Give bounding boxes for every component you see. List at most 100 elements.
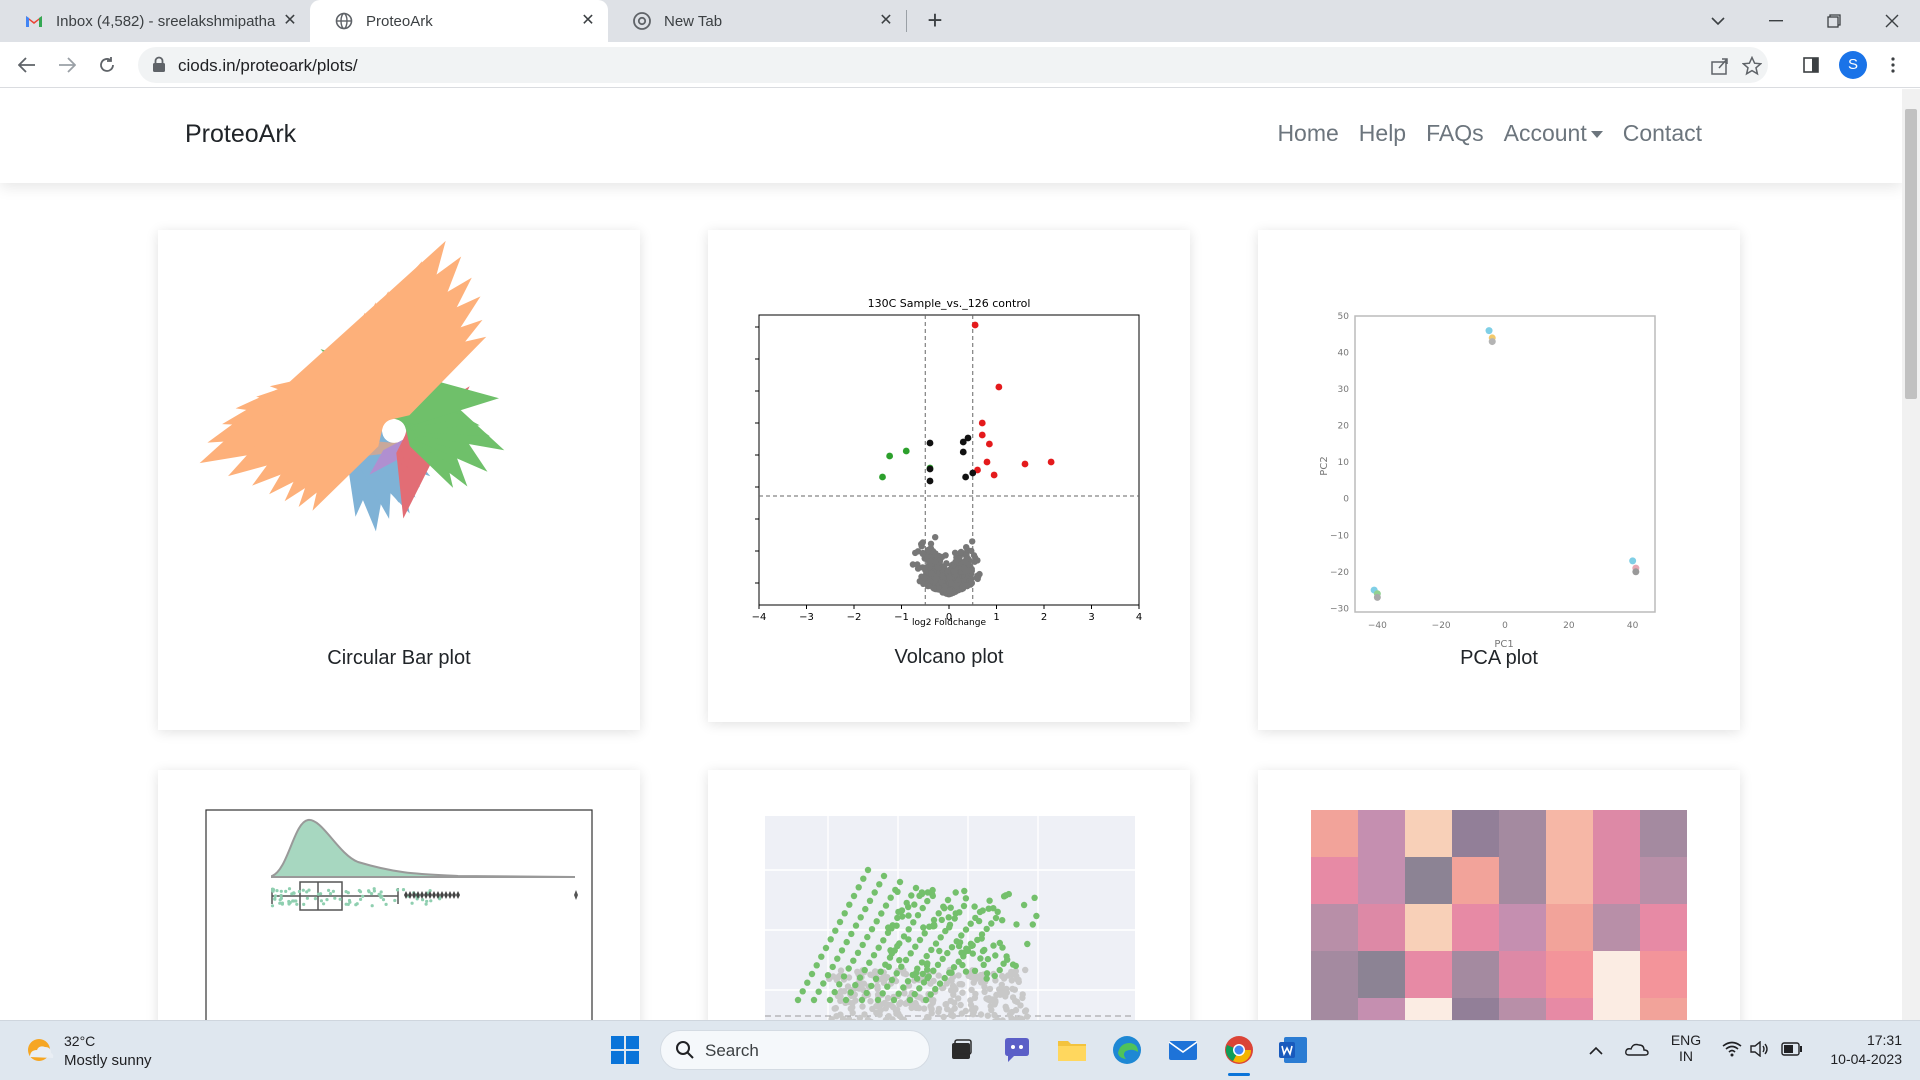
point [888,976,896,984]
page-scrollbar[interactable] [1902,89,1920,1020]
point [393,898,397,903]
weather-desc[interactable]: Mostly sunny [64,1052,152,1069]
point [822,944,830,952]
card-volcano[interactable]: 130C Sample_vs._126 control log2 Foldcha… [708,230,1190,722]
volume-icon[interactable] [1750,1040,1770,1062]
scrollbar-thumb[interactable] [1905,109,1917,399]
close-tab-icon[interactable]: ✕ [876,11,896,31]
point [942,1001,949,1008]
heatmap-cell [1640,951,1687,998]
point [911,901,918,908]
nav-home[interactable]: Home [1277,120,1338,147]
nav-contact[interactable]: Contact [1623,120,1702,147]
point [1029,921,1036,928]
chrome-taskbar-icon[interactable] [1222,1033,1256,1067]
card-raincloud[interactable] [158,770,640,1020]
new-tab-button[interactable]: + [920,6,950,36]
nav-help[interactable]: Help [1359,120,1406,147]
bookmark-star-icon[interactable] [1741,55,1763,76]
file-explorer-icon[interactable] [1055,1033,1089,1067]
point [952,889,959,896]
point [950,964,958,971]
back-button[interactable] [12,50,42,80]
point [960,902,968,910]
lock-icon[interactable] [152,56,170,74]
point [848,930,855,938]
tab-divider [906,10,907,32]
tab-proteoark[interactable]: ProteoArk ✕ [310,0,608,42]
card-heatmap[interactable] [1258,770,1740,1020]
point [1003,953,1010,960]
chevron-up-icon[interactable] [1589,1043,1603,1061]
point [959,989,966,996]
nav-faqs[interactable]: FAQs [1426,120,1484,147]
windows-start-icon[interactable] [608,1033,642,1067]
clock[interactable]: 17:31 10-04-2023 [1818,1032,1902,1067]
point [866,897,874,904]
language-indicator[interactable]: ENG IN [1668,1032,1704,1064]
x-tick-label: −40 [1368,621,1387,631]
word-icon[interactable] [1276,1033,1310,1067]
minimize-button[interactable] [1748,0,1804,42]
point [962,473,970,481]
edge-icon[interactable] [1110,1033,1144,1067]
close-tab-icon[interactable]: ✕ [578,11,598,31]
point [287,902,291,906]
point [983,925,990,933]
tab-gmail[interactable]: Inbox (4,582) - sreelakshmipatha ✕ [0,0,310,42]
point [344,902,348,906]
task-view-icon[interactable] [944,1033,978,1067]
point [868,926,876,933]
weather-sun-icon[interactable] [24,1035,54,1065]
point [938,916,945,924]
y-tick-label: 0 [1343,495,1349,505]
point [874,996,882,1004]
x-tick-label: −2 [847,612,862,623]
forward-button[interactable] [52,50,82,80]
taskbar-search[interactable]: Search [660,1030,930,1070]
x-tick-label: 1 [993,612,999,623]
card-circular-bar[interactable]: Circular Bar plot [158,230,640,730]
site-brand[interactable]: ProteoArk [185,120,296,149]
profile-avatar[interactable]: S [1839,51,1867,79]
mail-icon[interactable] [1166,1033,1200,1067]
card-caption: Volcano plot [894,646,1004,668]
point [804,979,811,986]
point [983,975,990,982]
battery-icon[interactable] [1781,1042,1803,1061]
heatmap-cell [1593,810,1640,857]
point [1009,985,1016,993]
reload-button[interactable] [92,50,122,80]
weather-temp[interactable]: 32°C [64,1033,95,1049]
side-panel-icon[interactable] [1796,50,1826,80]
tab-new-tab[interactable]: New Tab ✕ [608,0,906,42]
point [905,903,912,911]
onedrive-icon[interactable] [1625,1041,1649,1062]
point [1024,1013,1031,1020]
restore-button[interactable] [1806,0,1862,42]
point [969,469,977,477]
point [927,1003,934,1010]
heatmap-cell [1405,857,1452,904]
card-pca[interactable]: PC1 PC2 −40 −20 0 20 40 50 40 30 20 10 0 −10 −20 −30 … [1258,230,1740,730]
point [962,895,970,902]
point [913,969,920,976]
address-bar[interactable]: ciods.in/proteoark/plots/ [138,47,1768,83]
close-window-button[interactable] [1864,0,1920,42]
point [944,896,952,904]
chat-icon[interactable] [1000,1033,1034,1067]
point [295,902,299,906]
point [1022,1007,1030,1014]
nav-account[interactable]: Account [1504,120,1603,147]
heatmap-cell [1499,810,1546,857]
tab-title: Inbox (4,582) - sreelakshmipatha [56,12,276,30]
card-ma[interactable] [708,770,1190,1020]
point [930,921,938,928]
close-tab-icon[interactable]: ✕ [280,11,300,31]
share-icon[interactable] [1710,56,1730,76]
wifi-icon[interactable] [1722,1041,1742,1062]
menu-icon[interactable] [1878,50,1908,80]
point [384,902,388,906]
tab-search-icon[interactable] [1690,0,1746,42]
point [936,947,943,955]
